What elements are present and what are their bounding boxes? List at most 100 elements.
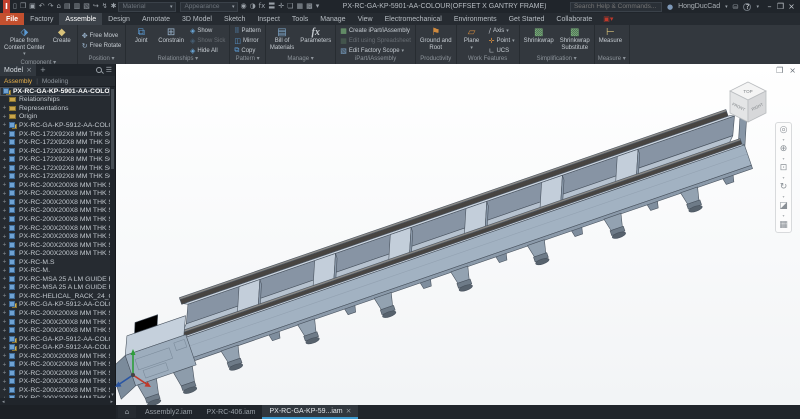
parameters-button[interactable]: fxParameters <box>298 26 333 55</box>
tree-item[interactable]: +PX-RC-200X200X8 MM THK SQ PIPE <box>0 215 110 224</box>
tree-item[interactable]: +PX-RC-200X200X8 MM THK SQ PIPE <box>0 386 110 395</box>
tree-item[interactable]: +PX-RC-200X200X8 MM THK SQ PIPE <box>0 249 110 258</box>
tab-electromechanical[interactable]: Electromechanical <box>379 13 448 25</box>
tree-item[interactable]: +PX-RC-172X92X8 MM THK SQ PIPE <box>0 138 110 147</box>
expand-icon[interactable]: + <box>2 140 7 146</box>
expand-icon[interactable]: + <box>2 114 7 120</box>
look-at-icon[interactable]: ◪ <box>779 201 788 211</box>
expand-icon[interactable]: + <box>2 310 7 316</box>
close-icon[interactable]: × <box>26 66 32 74</box>
expand-icon[interactable]: + <box>2 122 7 128</box>
close-icon[interactable]: × <box>346 407 352 415</box>
tab-file[interactable]: File <box>0 13 24 25</box>
doc-close-button[interactable]: × <box>789 66 796 75</box>
tree-item[interactable]: +PX-RC-200X200X8 MM THK SQ PIPE <box>0 309 110 318</box>
bill-of-materials-button[interactable]: ▤Bill ofMaterials <box>268 26 296 55</box>
tab-get-started[interactable]: Get Started <box>503 13 551 25</box>
restore-button[interactable]: ❐ <box>775 2 786 11</box>
tab-modeling[interactable]: Modeling <box>42 78 68 85</box>
tree-item[interactable]: +Origin <box>0 113 110 122</box>
view-options-icon[interactable]: ▦ <box>779 220 788 230</box>
expand-icon[interactable]: + <box>2 174 7 180</box>
tree-item[interactable]: +PX-RC-172X92X8 MM THK SQ PIPE <box>0 172 110 181</box>
close-button[interactable]: × <box>786 2 797 11</box>
open-icon[interactable]: ❒ <box>20 0 26 13</box>
free-rotate-button[interactable]: ↻Free Rotate <box>80 41 124 50</box>
tree-item[interactable]: +PX-RC-200X200X8 MM THK SQ PIPE <box>0 326 110 335</box>
zoom-window-icon[interactable]: ⊡ <box>780 163 788 173</box>
tree-item[interactable]: Relationships <box>0 96 110 105</box>
scrollbar-thumb[interactable] <box>111 89 114 169</box>
create-ipart-iassembly-button[interactable]: ▦Create iPart/iAssembly <box>338 26 413 35</box>
tab-inspect[interactable]: Inspect <box>251 13 286 25</box>
redo-icon[interactable]: ↷ <box>48 0 54 13</box>
tree-item[interactable]: +PX-RC-200X200X8 MM THK SQ PIPE <box>0 352 110 361</box>
expand-icon[interactable]: + <box>2 328 7 334</box>
expand-icon[interactable]: + <box>2 387 7 393</box>
tree-item[interactable]: +PX-RC-GA-KP-5912-AA-COLOURE <box>0 343 110 352</box>
axis-button[interactable]: ∕Axis▾ <box>487 26 517 35</box>
shrinkwrap-button[interactable]: ▩Shrinkwrap <box>522 26 556 55</box>
expand-icon[interactable]: + <box>2 353 7 359</box>
gantry-frame-model[interactable] <box>116 64 800 405</box>
plane-button[interactable]: ▱Plane▾ <box>459 26 485 55</box>
tree-item[interactable]: +PX-RC-M.S <box>0 258 110 267</box>
ribbon-group-label[interactable]: Simplification ▾ <box>520 55 594 64</box>
ribbon-group-label[interactable]: Manage ▾ <box>266 55 335 64</box>
expand-icon[interactable]: + <box>2 345 7 351</box>
layers-icon[interactable]: ❏ <box>287 0 293 13</box>
minimize-button[interactable]: – <box>764 2 775 11</box>
image-icon[interactable]: ▩ <box>306 0 313 13</box>
pattern-button[interactable]: ⠿Pattern <box>232 26 263 35</box>
constrain-button[interactable]: ⊞Constrain <box>156 26 186 55</box>
ribbon-group-label[interactable]: Productivity <box>416 55 456 64</box>
appearance-adjust-icon[interactable]: ◑ <box>250 0 256 13</box>
ucs-button[interactable]: ∟UCS <box>487 46 517 55</box>
document-tab[interactable]: PX-RC-GA-KP-59...iam× <box>262 405 358 419</box>
tree-item[interactable]: +PX-RC-200X200X8 MM THK SQ PIPE <box>0 198 110 207</box>
expand-icon[interactable]: + <box>2 302 7 308</box>
scroll-right-icon[interactable]: ▸ <box>110 399 113 405</box>
tab-tools[interactable]: Tools <box>286 13 314 25</box>
ribbon-group-label[interactable]: iPart/iAssembly <box>336 55 415 64</box>
equal-icon[interactable]: 〓 <box>268 0 275 13</box>
measure-button[interactable]: ⊢Measure <box>597 26 624 55</box>
tab-annotate[interactable]: Annotate <box>136 13 176 25</box>
expand-icon[interactable]: + <box>2 216 7 222</box>
tab-3d-model[interactable]: 3D Model <box>176 13 218 25</box>
ribbon-group-label[interactable]: Pattern ▾ <box>230 55 265 64</box>
tree-item[interactable]: +PX-RC-200X200X8 MM THK SQ PIPE <box>0 378 110 387</box>
browser-tab-model[interactable]: Model × <box>0 64 36 76</box>
ipart-icon[interactable]: ▥ <box>74 0 81 13</box>
tree-horizontal-scrollbar[interactable]: ◂ ▸ <box>0 398 115 405</box>
tree-item[interactable]: +PX-RC-200X200X8 MM THK SQ PIPE <box>0 318 110 327</box>
free-move-button[interactable]: ✥Free Move <box>80 31 124 40</box>
return-icon[interactable]: ↪ <box>93 0 99 13</box>
expand-icon[interactable]: + <box>2 336 7 342</box>
expand-icon[interactable]: + <box>2 208 7 214</box>
document-tab[interactable]: PX-RC-406.iam <box>199 405 262 419</box>
orbit-icon[interactable]: ↻ <box>780 182 788 192</box>
tree-item[interactable]: +Representations <box>0 104 110 113</box>
help-icon[interactable]: ? <box>743 3 751 11</box>
tree-item[interactable]: +PX-RC-MSA 25 A LM GUIDE FOR G <box>0 284 110 293</box>
expand-icon[interactable]: + <box>2 165 7 171</box>
tree-item[interactable]: +PX-RC-172X92X8 MM THK SQ PIPE <box>0 155 110 164</box>
menu-icon[interactable]: ☰ <box>106 66 112 74</box>
help-search-input[interactable] <box>570 2 662 12</box>
undo-icon[interactable]: ↶ <box>39 0 45 13</box>
expand-icon[interactable]: + <box>2 242 7 248</box>
expand-icon[interactable]: + <box>2 157 7 163</box>
tab-assemble[interactable]: Assemble <box>59 13 102 25</box>
tree-item[interactable]: +PX-RC-200X200X8 MM THK SQ PIPE <box>0 232 110 241</box>
search-icon[interactable] <box>96 67 102 73</box>
color-wheel-icon[interactable]: ◉ <box>240 0 246 13</box>
view-cube[interactable]: TOP FRONT RIGHT <box>724 78 772 126</box>
expand-icon[interactable]: + <box>2 182 7 188</box>
chevron-down-icon[interactable]: ▾ <box>725 4 728 10</box>
tree-item[interactable]: +PX-RC-GA-KP-5912-AA-COLOURE <box>0 301 110 310</box>
document-tab[interactable]: Assembly2.iam <box>138 405 199 419</box>
ribbon-group-label[interactable]: Measure ▾ <box>595 55 629 64</box>
save-icon[interactable]: ▣ <box>29 0 36 13</box>
grid-icon[interactable]: ▦ <box>296 0 303 13</box>
